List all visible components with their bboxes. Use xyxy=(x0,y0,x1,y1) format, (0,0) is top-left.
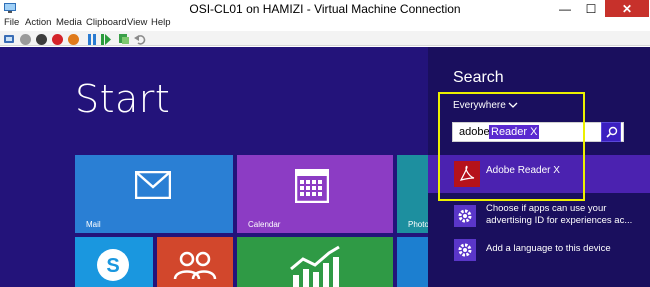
calendar-icon xyxy=(295,169,329,203)
skype-icon: S xyxy=(97,249,129,281)
maximize-button[interactable]: ☐ xyxy=(579,0,603,17)
calendar-tile-label: Calendar xyxy=(248,220,281,229)
menu-action[interactable]: Action xyxy=(25,17,51,28)
svg-text:S: S xyxy=(106,255,119,277)
checkpoint-icon[interactable] xyxy=(118,33,130,45)
search-button[interactable] xyxy=(601,122,621,142)
ctrl-alt-del-icon[interactable] xyxy=(3,33,15,45)
photos-tile-label: Photo xyxy=(408,220,429,229)
start-heading: Start xyxy=(75,77,171,121)
people-icon xyxy=(173,251,217,280)
save-icon[interactable] xyxy=(68,34,79,45)
settings-result-line1: Choose if apps can use your xyxy=(486,203,607,214)
close-button[interactable]: ✕ xyxy=(605,0,649,17)
shut-down-icon[interactable] xyxy=(52,34,63,45)
menu-bar: File Action Media Clipboard View Help xyxy=(0,17,650,31)
skype-tile[interactable]: S xyxy=(75,237,153,287)
search-icon xyxy=(606,126,618,138)
pause-icon[interactable] xyxy=(87,34,97,45)
calendar-tile[interactable]: Calendar xyxy=(237,155,393,233)
menu-view[interactable]: View xyxy=(127,17,147,28)
turn-off-icon[interactable] xyxy=(36,34,47,45)
settings-result-label: Add a language to this device xyxy=(486,243,611,254)
settings-result-add-language[interactable]: Add a language to this device xyxy=(428,235,650,267)
settings-result-advertising-id[interactable]: Choose if apps can use your advertising … xyxy=(428,201,650,233)
mail-tile[interactable]: Mail xyxy=(75,155,233,233)
minimize-button[interactable]: — xyxy=(553,0,577,17)
mail-tile-label: Mail xyxy=(86,220,101,229)
reset-icon[interactable] xyxy=(101,34,111,45)
mail-icon xyxy=(135,171,171,199)
gear-icon xyxy=(454,239,476,261)
search-pane-title: Search xyxy=(453,69,504,86)
toolbar xyxy=(0,31,650,46)
highlight-box xyxy=(438,92,585,201)
finance-tile[interactable] xyxy=(237,237,393,287)
menu-help[interactable]: Help xyxy=(151,17,171,28)
finance-chart-icon xyxy=(290,245,340,287)
menu-media[interactable]: Media xyxy=(56,17,82,28)
title-bar: OSI-CL01 on HAMIZI - Virtual Machine Con… xyxy=(0,0,650,17)
menu-clipboard[interactable]: Clipboard xyxy=(86,17,127,28)
people-tile[interactable] xyxy=(157,237,233,287)
start-icon[interactable] xyxy=(20,34,31,45)
settings-result-line2: advertising ID for experiences ac... xyxy=(486,215,633,226)
gear-icon xyxy=(454,205,476,227)
revert-icon[interactable] xyxy=(134,33,146,45)
menu-file[interactable]: File xyxy=(4,17,19,28)
